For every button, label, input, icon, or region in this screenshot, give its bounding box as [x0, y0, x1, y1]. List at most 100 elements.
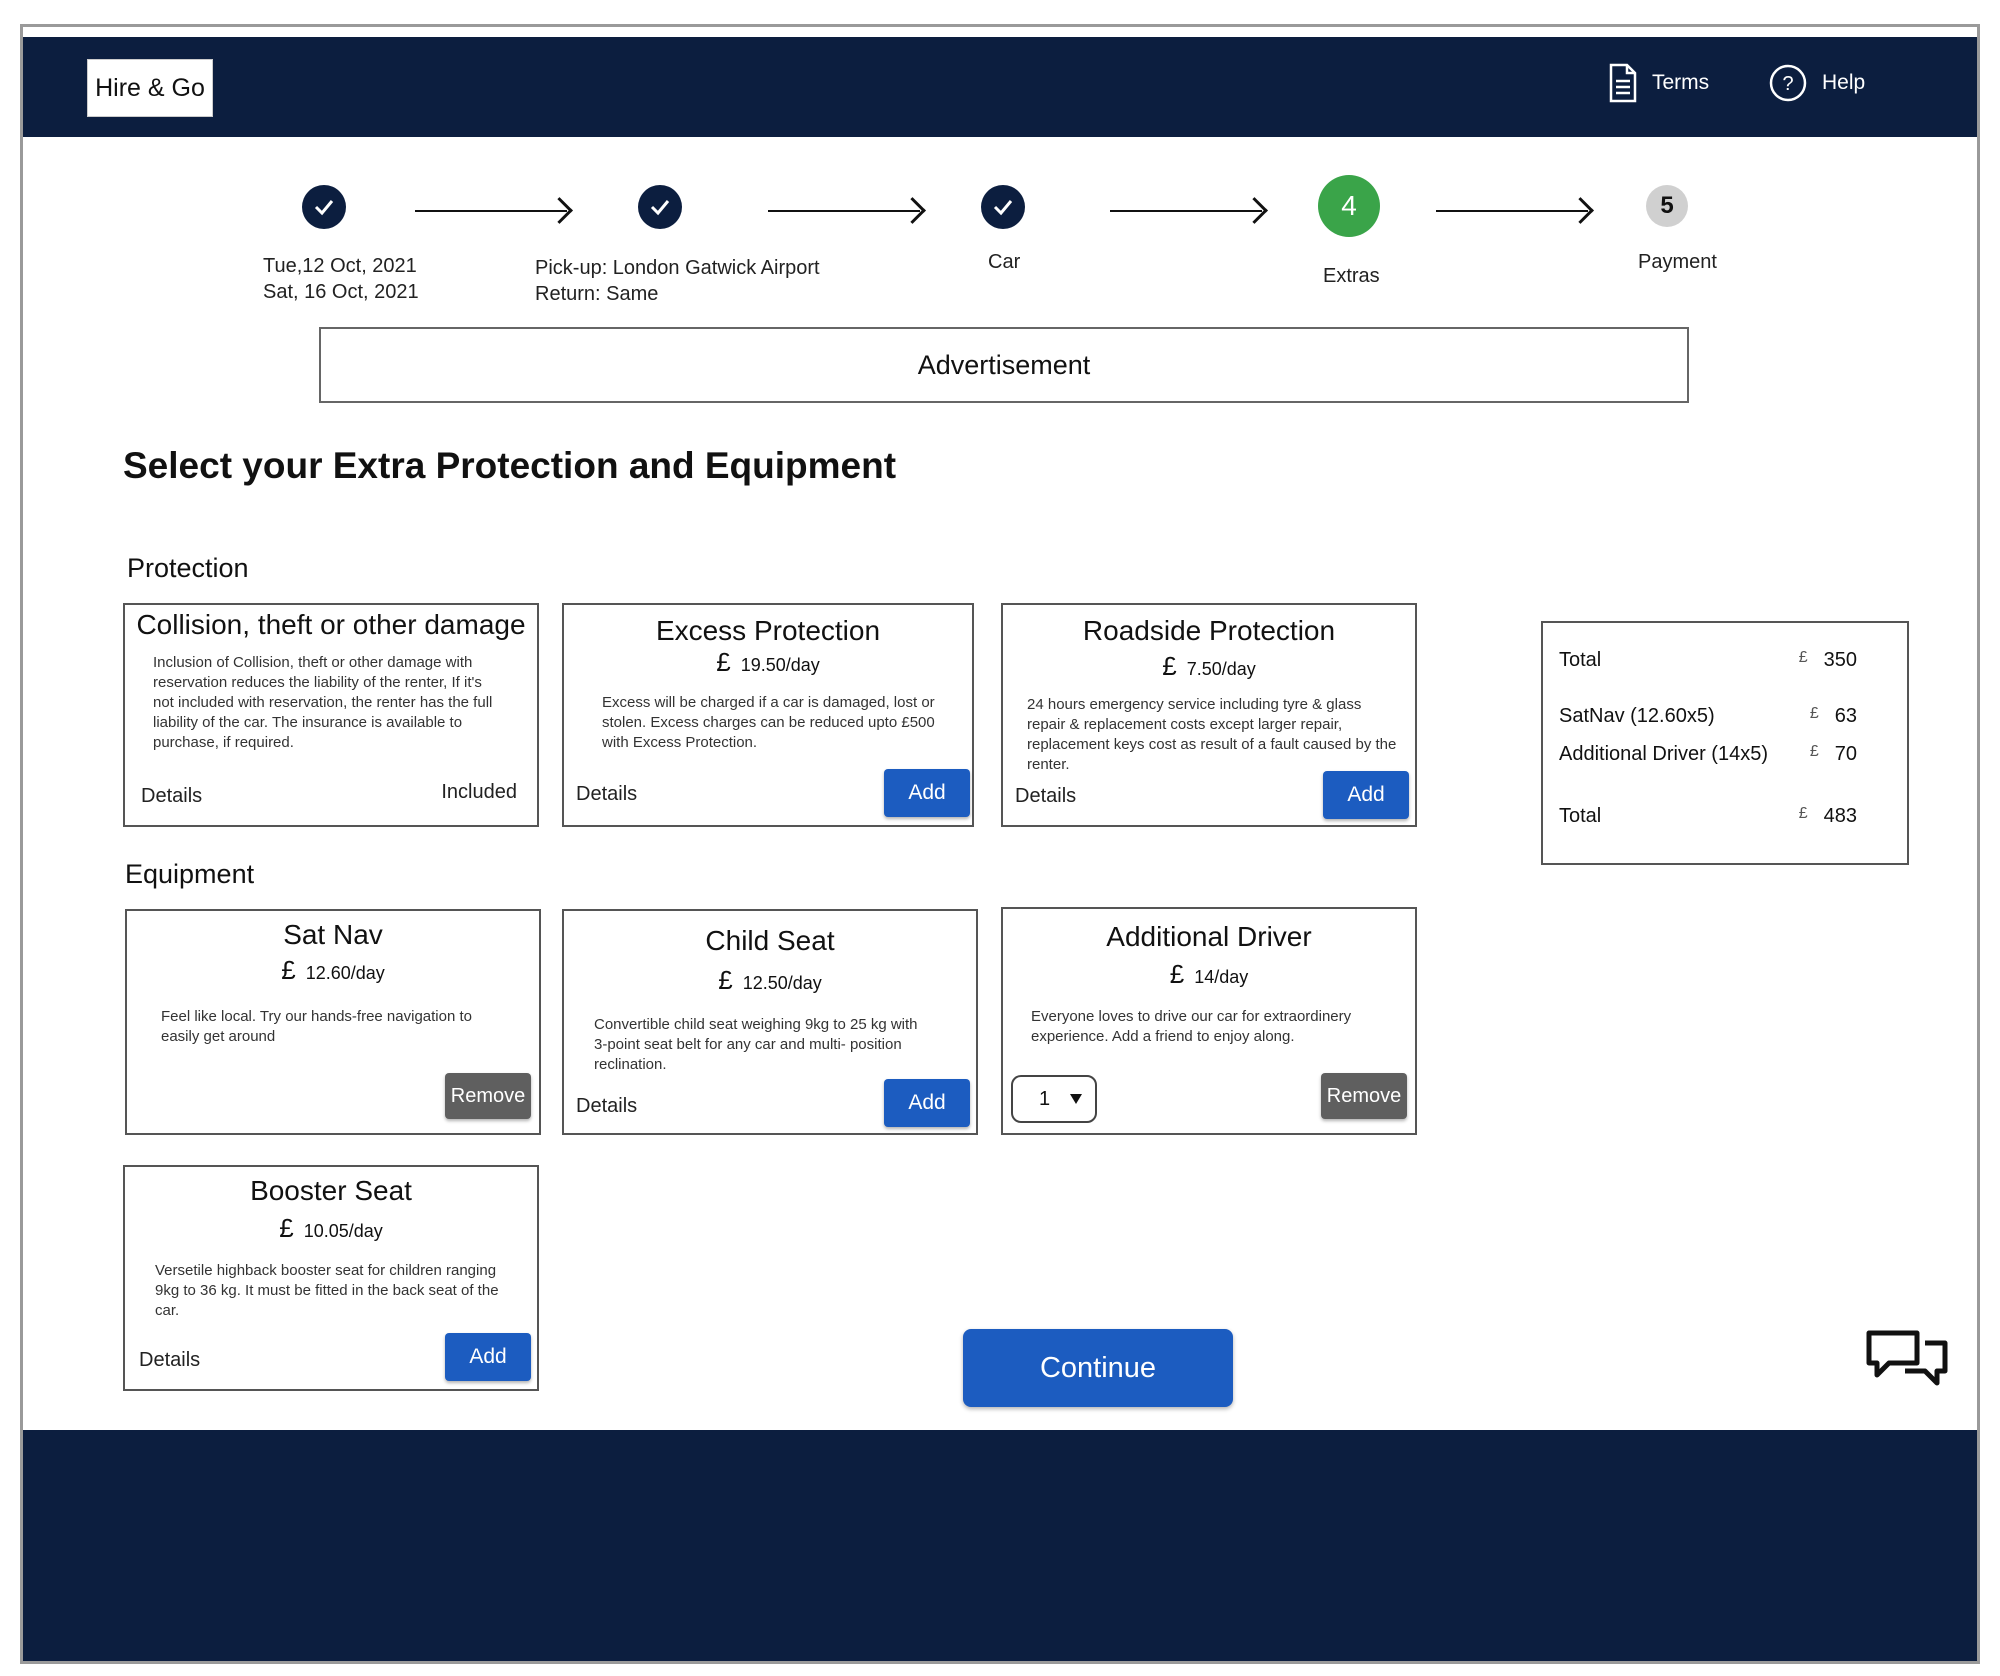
- chat-icon: [1866, 1330, 1948, 1386]
- terms-link[interactable]: Terms: [1608, 63, 1709, 103]
- summary-amount: £63: [1810, 705, 1857, 728]
- collision-protection-card: Collision, theft or other damage Inclusi…: [123, 603, 539, 827]
- currency-symbol: £: [281, 955, 296, 985]
- remove-additional-driver-button[interactable]: Remove: [1321, 1073, 1407, 1119]
- currency-symbol: £: [1809, 743, 1819, 760]
- currency-symbol: £: [716, 647, 731, 677]
- sat-nav-card: Sat Nav £12.60/day Feel like local. Try …: [125, 909, 541, 1135]
- quantity-value: 1: [1039, 1087, 1051, 1110]
- pickup-date: Tue,12 Oct, 2021: [263, 255, 417, 277]
- summary-label: SatNav (12.60x5): [1559, 705, 1715, 727]
- step-arrow: [1436, 210, 1588, 212]
- additional-driver-card: Additional Driver £14/day Everyone loves…: [1001, 907, 1417, 1135]
- card-price: £12.60/day: [127, 955, 539, 986]
- booster-seat-card: Booster Seat £10.05/day Versetile highba…: [123, 1165, 539, 1391]
- summary-row-additional-driver: Additional Driver (14x5) £70: [1559, 743, 1857, 766]
- add-child-seat-button[interactable]: Add: [884, 1079, 970, 1127]
- chat-button[interactable]: [1865, 1327, 1949, 1396]
- currency-symbol: £: [1162, 651, 1177, 681]
- card-title: Child Seat: [705, 925, 835, 956]
- price-value: 12.50/day: [742, 973, 822, 993]
- price-value: 12.60/day: [305, 963, 385, 983]
- step-car[interactable]: [981, 185, 1025, 229]
- card-description: Inclusion of Collision, theft or other d…: [153, 654, 493, 751]
- help-icon: ?: [1769, 64, 1807, 102]
- help-label: Help: [1822, 71, 1866, 94]
- step-arrow: [1110, 210, 1262, 212]
- checkmark-icon: [993, 200, 1013, 216]
- card-title: Roadside Protection: [1082, 615, 1336, 646]
- amount-value: 63: [1834, 705, 1857, 727]
- price-value: 7.50/day: [1186, 659, 1256, 679]
- pickup-location: Pick-up: London Gatwick Airport: [535, 257, 820, 279]
- page-title: Select your Extra Protection and Equipme…: [123, 445, 897, 486]
- step-location-label: Pick-up: London Gatwick Airport Return: …: [535, 255, 820, 307]
- summary-label: Total: [1559, 805, 1602, 827]
- continue-button[interactable]: Continue: [963, 1329, 1233, 1407]
- card-price: £19.50/day: [564, 647, 972, 678]
- card-title: Sat Nav: [283, 919, 383, 950]
- card-title: Collision, theft or other damage: [136, 609, 526, 640]
- amount-value: 483: [1823, 805, 1857, 827]
- card-description: 24 hours emergency service including tyr…: [1027, 696, 1397, 773]
- add-booster-seat-button[interactable]: Add: [445, 1333, 531, 1381]
- card-price: £14/day: [1003, 959, 1415, 990]
- summary-amount: £350: [1799, 649, 1857, 672]
- step-dates[interactable]: [302, 185, 346, 229]
- step-extras-label: Extras: [1323, 265, 1380, 287]
- summary-amount: £483: [1799, 805, 1857, 828]
- document-icon: [1609, 63, 1637, 103]
- roadside-protection-card: Roadside Protection £7.50/day 24 hours e…: [1001, 603, 1417, 827]
- included-label: Included: [441, 781, 517, 803]
- card-title: Additional Driver: [1106, 921, 1312, 952]
- protection-heading: Protection: [127, 553, 249, 583]
- step-extras[interactable]: 4: [1318, 175, 1380, 237]
- step-arrow: [415, 210, 567, 212]
- card-description: Feel like local. Try our hands-free navi…: [161, 1008, 472, 1045]
- dropdown-arrow-icon: [1070, 1094, 1082, 1104]
- step-arrow: [768, 210, 920, 212]
- summary-row-grand-total: Total £483: [1559, 805, 1857, 828]
- card-description: Everyone loves to drive our car for extr…: [1031, 1008, 1352, 1045]
- details-link[interactable]: Details: [139, 1349, 200, 1372]
- add-excess-protection-button[interactable]: Add: [884, 769, 970, 817]
- add-roadside-protection-button[interactable]: Add: [1323, 771, 1409, 819]
- terms-label: Terms: [1652, 71, 1710, 94]
- card-title: Booster Seat: [250, 1175, 412, 1206]
- currency-symbol: £: [279, 1213, 294, 1243]
- details-link[interactable]: Details: [1015, 785, 1076, 808]
- step-payment-label: Payment: [1638, 251, 1717, 273]
- return-location: Return: Same: [535, 283, 659, 305]
- top-header: Hire & Go Terms ? Help: [23, 37, 1977, 137]
- excess-protection-card: Excess Protection £19.50/day Excess will…: [562, 603, 974, 827]
- app-frame: Hire & Go Terms ? Help Tue,12 Oct, 2021 …: [20, 24, 1980, 1664]
- help-link[interactable]: ? Help: [1768, 63, 1865, 103]
- amount-value: 70: [1834, 743, 1857, 765]
- step-current-indicator: 4: [1318, 175, 1380, 237]
- checkmark-icon: [314, 200, 334, 216]
- child-seat-card: Child Seat £12.50/day Convertible child …: [562, 909, 978, 1135]
- brand-logo[interactable]: Hire & Go: [87, 59, 213, 117]
- step-pending-indicator: 5: [1646, 185, 1688, 227]
- step-location[interactable]: [638, 185, 682, 229]
- advertisement-banner[interactable]: Advertisement: [319, 327, 1689, 403]
- price-value: 10.05/day: [303, 1221, 383, 1241]
- card-price: £12.50/day: [564, 965, 976, 996]
- details-link[interactable]: Details: [141, 785, 202, 808]
- details-link[interactable]: Details: [576, 1095, 637, 1118]
- driver-quantity-select[interactable]: 1: [1011, 1075, 1097, 1123]
- step-complete-indicator: [981, 185, 1025, 229]
- amount-value: 350: [1823, 649, 1857, 671]
- card-price: £7.50/day: [1003, 651, 1415, 682]
- card-description: Convertible child seat weighing 9kg to 2…: [594, 1016, 918, 1073]
- card-description: Versetile highback booster seat for chil…: [155, 1262, 499, 1319]
- currency-symbol: £: [1798, 805, 1808, 822]
- step-car-label: Car: [988, 251, 1021, 273]
- currency-symbol: £: [1809, 705, 1819, 722]
- checkmark-icon: [650, 200, 670, 216]
- remove-sat-nav-button[interactable]: Remove: [445, 1073, 531, 1119]
- step-payment[interactable]: 5: [1646, 185, 1688, 227]
- details-link[interactable]: Details: [576, 783, 637, 806]
- card-title: Excess Protection: [655, 615, 881, 646]
- summary-label: Additional Driver (14x5): [1559, 743, 1768, 765]
